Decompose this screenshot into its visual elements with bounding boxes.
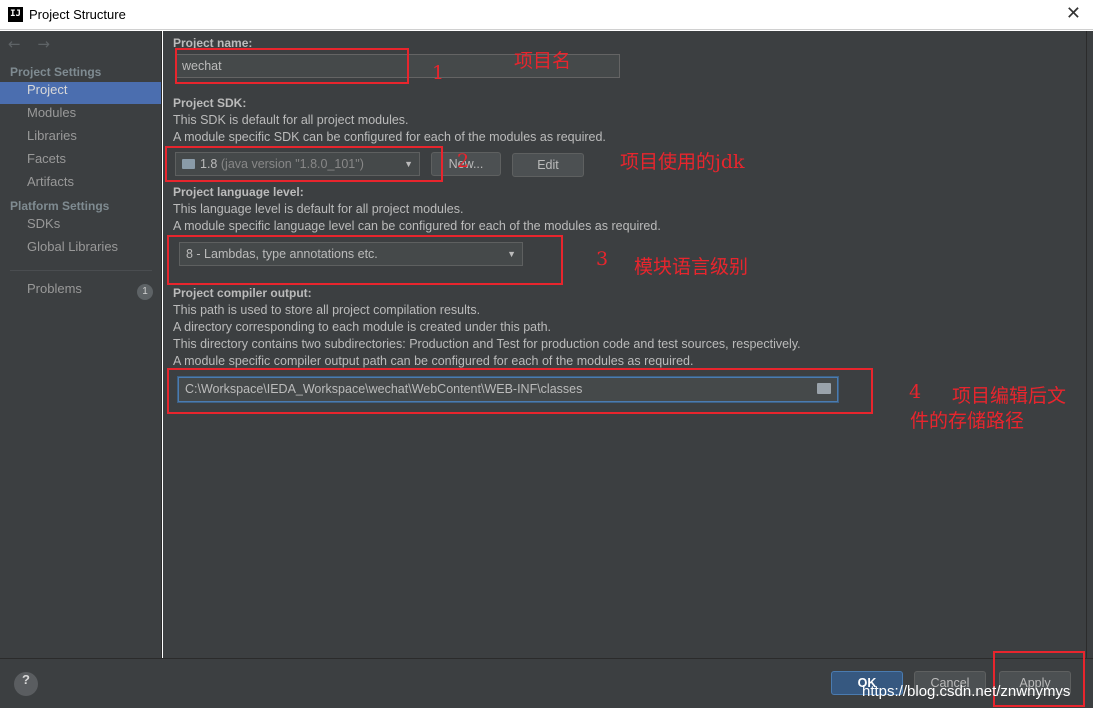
close-window-button[interactable]: ✕ <box>1066 3 1081 24</box>
project-sdk-description-2: A module specific SDK can be configured … <box>173 130 606 144</box>
annotation-label-4-line-1: 项目编辑后文 <box>952 385 1067 407</box>
compiler-output-description-1: This path is used to store all project c… <box>173 303 481 317</box>
sidebar-item-sdks[interactable]: SDKs <box>0 216 161 238</box>
project-settings-panel: Project name: wechat Project SDK: This S… <box>163 31 1086 658</box>
project-structure-window: IJ Project Structure ✕ ← → Project Setti… <box>0 0 1093 713</box>
sidebar-divider <box>10 270 152 271</box>
sidebar: ← → Project Settings Project Modules Lib… <box>0 31 162 658</box>
bottom-strip <box>0 708 1093 713</box>
annotation-label-3: 模块语言级别 <box>634 256 749 278</box>
compiler-output-description-2: A directory corresponding to each module… <box>173 320 551 334</box>
sidebar-item-project[interactable]: Project <box>0 82 161 104</box>
compiler-output-description-3: This directory contains two subdirectori… <box>173 337 801 351</box>
sidebar-item-label: Problems <box>27 281 82 296</box>
title-bar: IJ Project Structure ✕ <box>0 0 1093 30</box>
sidebar-item-modules[interactable]: Modules <box>0 105 161 127</box>
sidebar-item-problems[interactable]: Problems 1 <box>0 281 161 303</box>
compiler-output-label: Project compiler output: <box>173 286 312 300</box>
annotation-number-1: 1 <box>432 62 445 84</box>
annotation-box-2 <box>165 146 443 182</box>
sidebar-item-libraries[interactable]: Libraries <box>0 128 161 150</box>
language-level-label: Project language level: <box>173 185 304 199</box>
watermark-text: https://blog.csdn.net/znwnymys <box>862 683 1071 700</box>
annotation-label-4-line-2: 件的存储路径 <box>910 410 1025 432</box>
problems-count-badge: 1 <box>137 284 153 300</box>
annotation-box-1 <box>175 48 409 84</box>
right-edge <box>1086 31 1093 658</box>
sidebar-item-global-libraries[interactable]: Global Libraries <box>0 239 161 261</box>
sidebar-item-facets[interactable]: Facets <box>0 151 161 173</box>
compiler-output-description-4: A module specific compiler output path c… <box>173 354 694 368</box>
window-title: Project Structure <box>29 7 126 22</box>
annotation-box-3 <box>167 235 563 285</box>
project-settings-header: Project Settings <box>10 65 102 79</box>
project-sdk-label: Project SDK: <box>173 96 247 110</box>
project-sdk-description-1: This SDK is default for all project modu… <box>173 113 409 127</box>
annotation-number-4: 4 <box>909 381 922 403</box>
annotation-number-3: 3 <box>596 248 609 270</box>
annotation-number-2: 2 <box>457 150 470 172</box>
help-button[interactable]: ? <box>14 672 38 696</box>
platform-settings-header: Platform Settings <box>10 199 110 213</box>
language-level-description-1: This language level is default for all p… <box>173 202 464 216</box>
back-forward-arrows-icon[interactable]: ← → <box>8 35 56 53</box>
annotation-box-4 <box>167 368 873 414</box>
sidebar-item-artifacts[interactable]: Artifacts <box>0 174 161 196</box>
annotation-label-2: 项目使用的jdk <box>620 151 745 173</box>
intellij-app-icon: IJ <box>8 7 23 22</box>
edit-sdk-button[interactable]: Edit <box>512 153 584 177</box>
language-level-description-2: A module specific language level can be … <box>173 219 661 233</box>
annotation-label-1: 项目名 <box>514 50 572 72</box>
